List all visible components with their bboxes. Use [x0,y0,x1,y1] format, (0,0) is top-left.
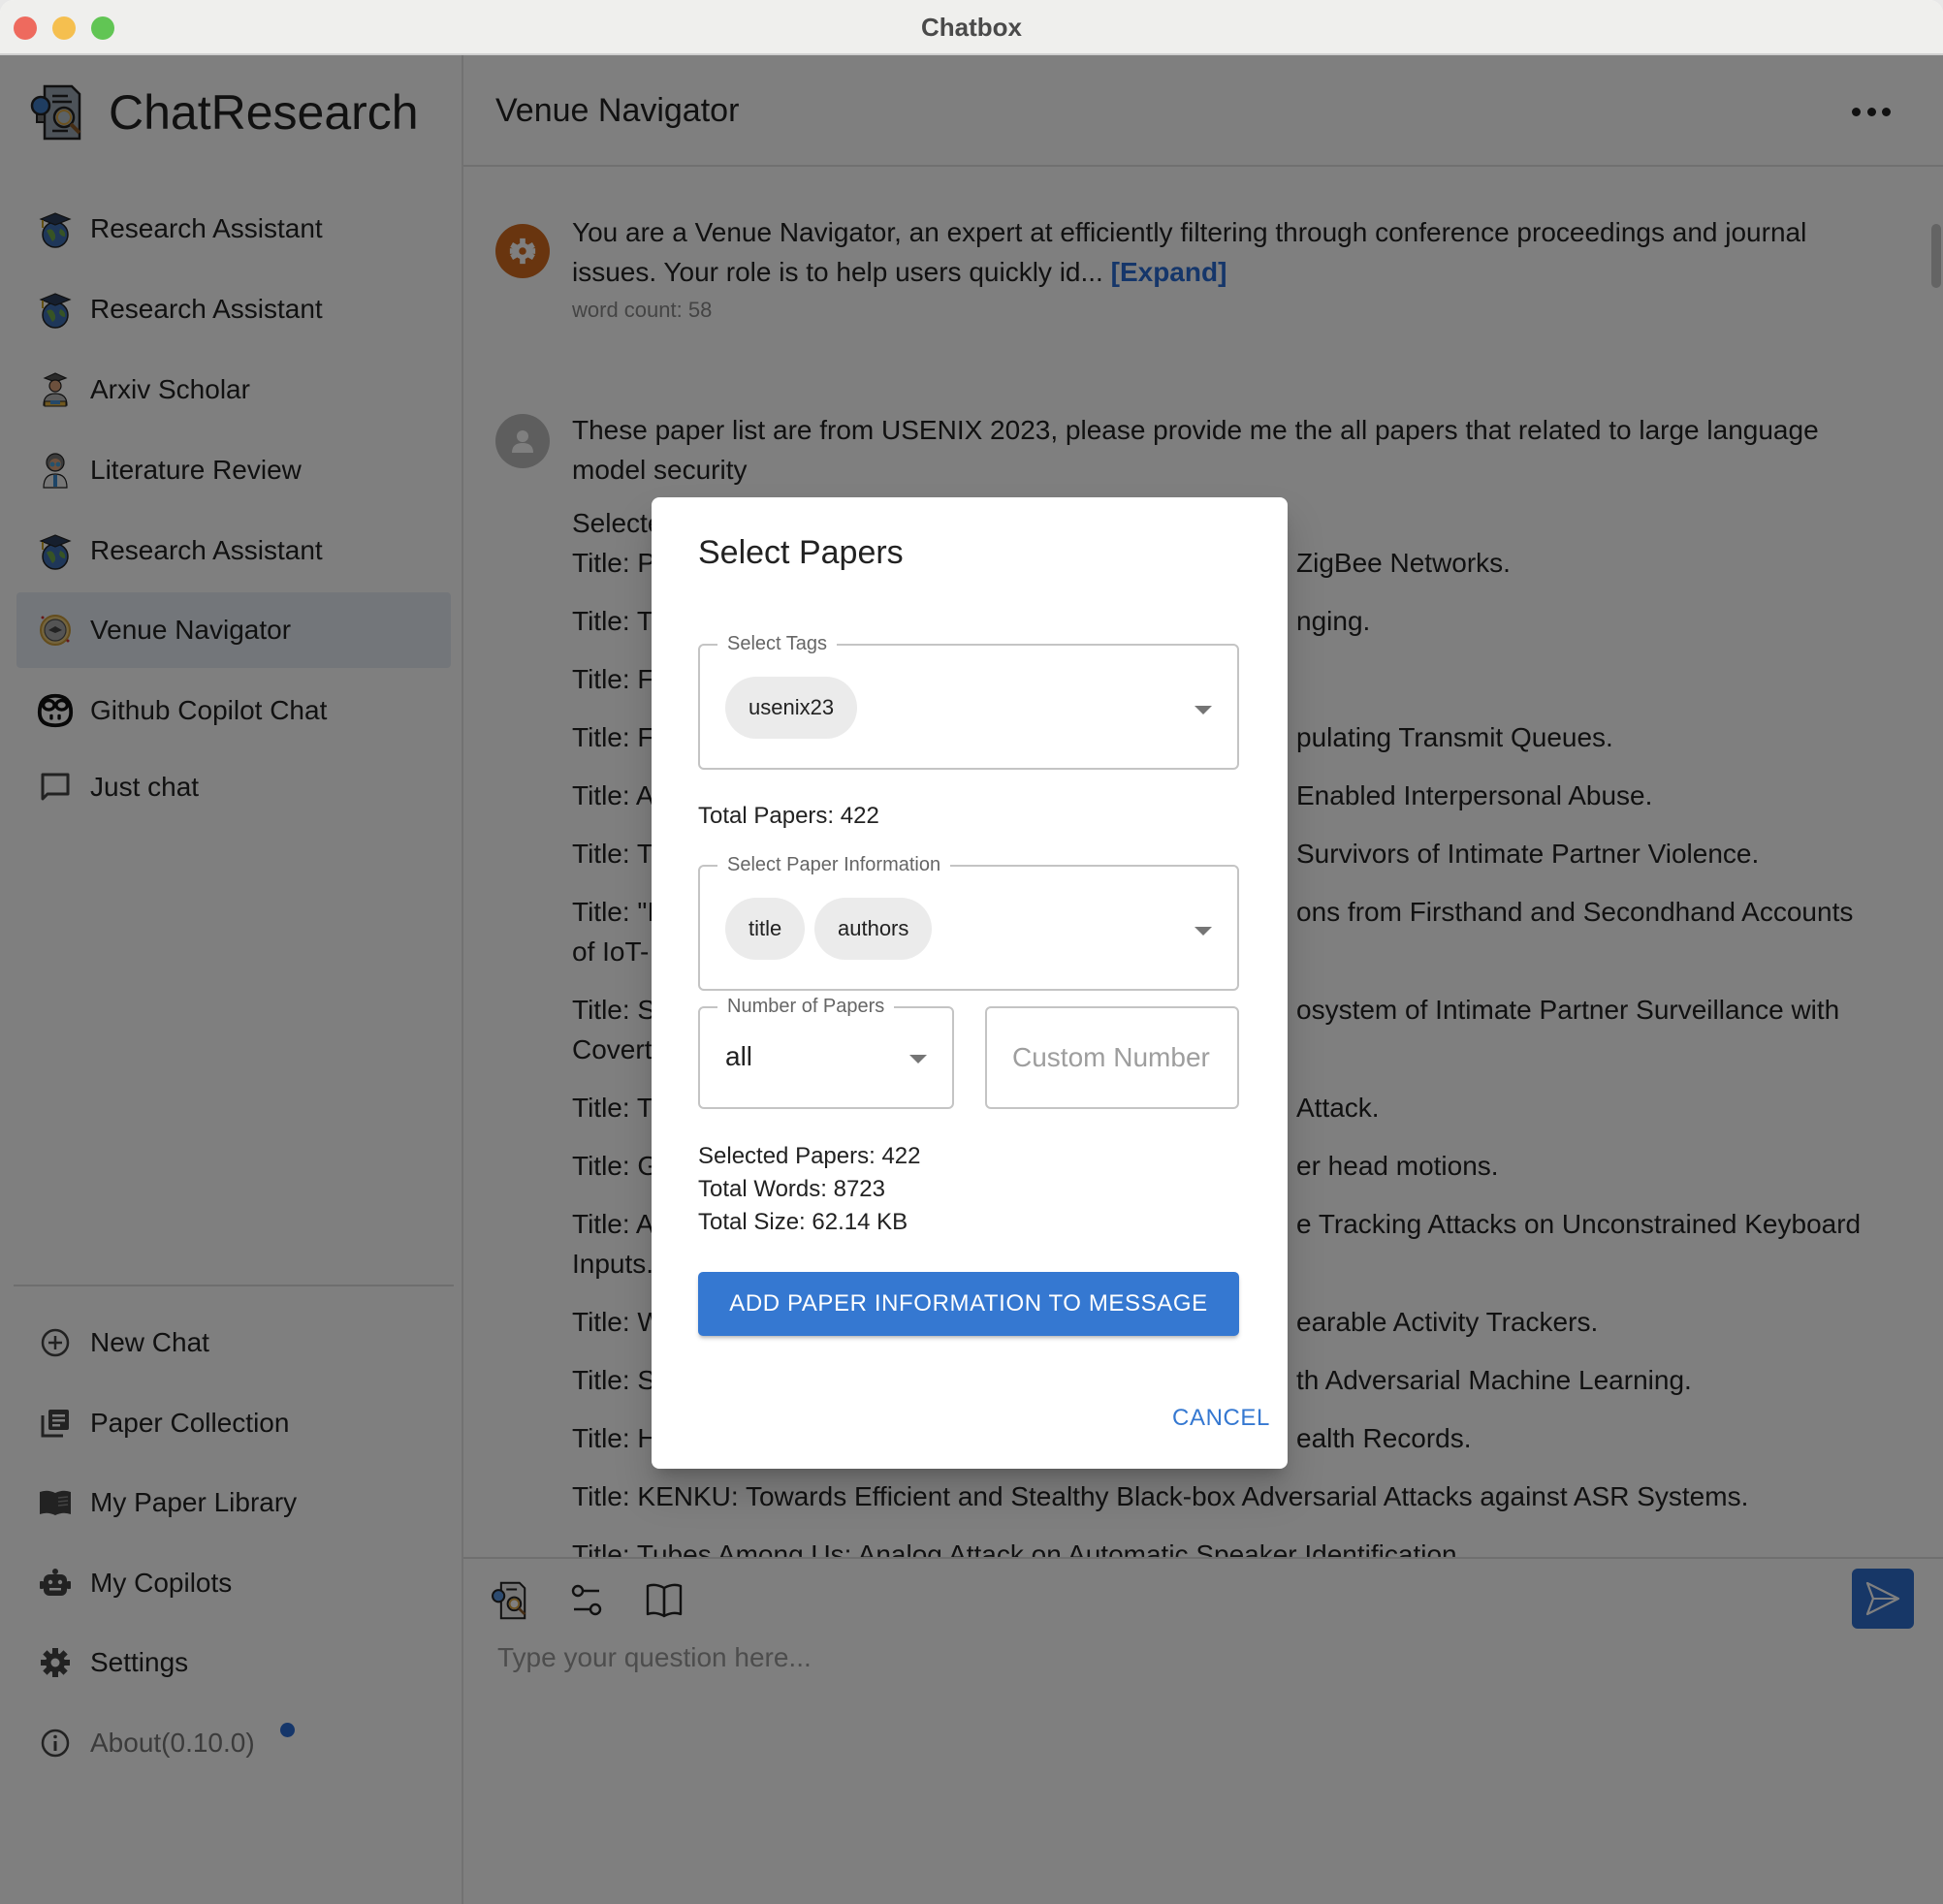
number-of-papers-select[interactable]: Number of Papers all [698,994,954,1109]
dropdown-arrow-icon[interactable] [1194,706,1212,714]
select-paper-information-label: Select Paper Information [717,852,951,877]
app-window: Chatbox ChatResearch [0,0,1943,1904]
info-chip-title[interactable]: title [725,898,806,960]
cancel-button[interactable]: CANCEL [1172,1405,1270,1432]
number-of-papers-value: all [725,1041,753,1071]
total-papers: Total Papers: 422 [698,803,879,829]
select-paper-information-field[interactable]: Select Paper Information title authors [698,852,1239,991]
dropdown-arrow-icon[interactable] [909,1055,927,1063]
custom-number-input[interactable] [987,1008,1237,1107]
tag-chip[interactable]: usenix23 [725,677,858,739]
custom-number-field[interactable] [985,1006,1239,1109]
dropdown-arrow-icon[interactable] [1194,927,1212,936]
dialog-title: Select Papers [698,534,904,571]
add-paper-information-button[interactable]: ADD PAPER INFORMATION TO MESSAGE [698,1272,1239,1336]
total-words: Total Words: 8723 [698,1176,885,1202]
total-size: Total Size: 62.14 KB [698,1209,908,1235]
window-title: Chatbox [921,13,1022,42]
title-bar: Chatbox [0,0,1943,55]
info-chip-authors[interactable]: authors [814,898,933,960]
selected-papers: Selected Papers: 422 [698,1143,921,1169]
select-tags-field[interactable]: Select Tags usenix23 [698,631,1239,770]
number-of-papers-label: Number of Papers [717,994,895,1019]
select-tags-label: Select Tags [717,631,838,656]
select-papers-dialog: Select Papers Select Tags usenix23 Total… [652,497,1288,1469]
